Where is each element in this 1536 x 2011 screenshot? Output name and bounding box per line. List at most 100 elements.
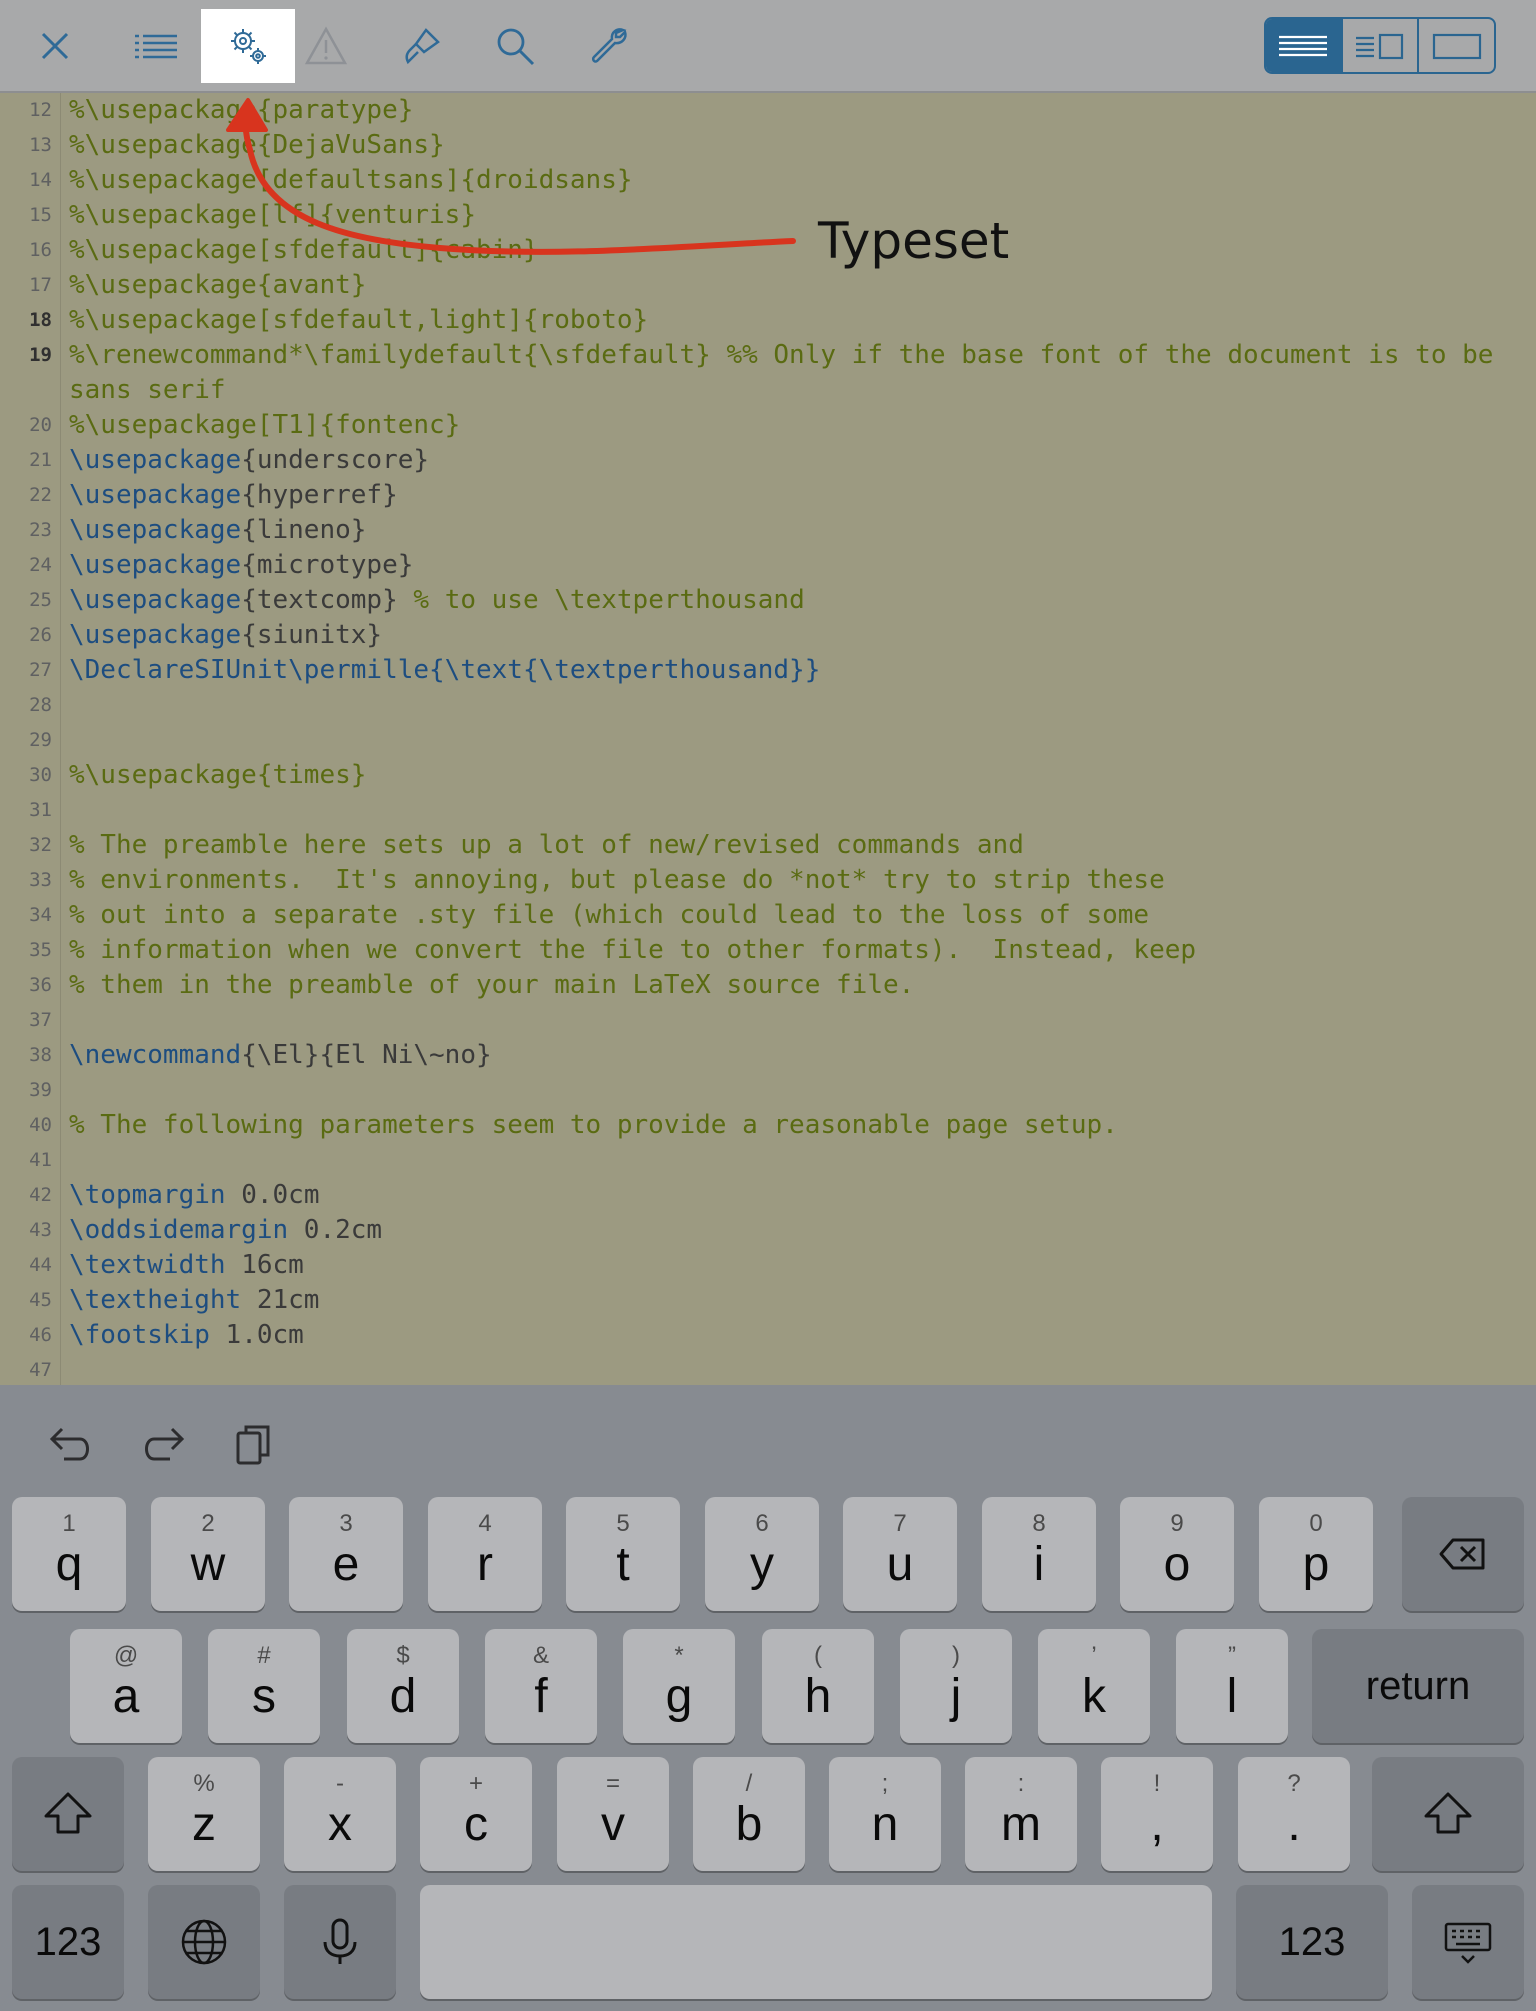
line-number: 32 [29, 834, 52, 856]
key-primary-char: k [1082, 1670, 1106, 1723]
key-y[interactable]: 6y [705, 1497, 819, 1611]
key-u[interactable]: 7u [843, 1497, 957, 1611]
command-argument: {lineno} [241, 515, 367, 545]
command-argument: 0.0cm [225, 1180, 320, 1210]
key-secondary-char: $ [396, 1642, 410, 1669]
key-l[interactable]: ” l [1176, 1629, 1288, 1743]
key-k[interactable]: ’ k [1038, 1629, 1150, 1743]
key-g[interactable]: * g [623, 1629, 735, 1743]
key-i[interactable]: 8i [982, 1497, 1096, 1611]
paste-icon[interactable] [230, 1419, 280, 1469]
line-number: 40 [29, 1114, 52, 1136]
line-text: % The preamble here sets up a lot of new… [69, 830, 1024, 860]
return-key-label: return [1365, 1663, 1471, 1708]
line-number: 45 [29, 1289, 52, 1311]
command-argument: {microtype} [241, 550, 414, 580]
key-primary-char: u [886, 1538, 914, 1591]
key-secondary-char: 6 [755, 1510, 769, 1537]
key-j[interactable]: ) j [900, 1629, 1012, 1743]
key-n[interactable]: ; n [829, 1757, 941, 1871]
latex-command: \usepackage [69, 480, 242, 510]
command-argument: 21cm [241, 1285, 320, 1315]
command-argument: {underscore} [241, 445, 430, 475]
key-h[interactable]: (h [762, 1629, 874, 1743]
key-z[interactable]: % z [148, 1757, 260, 1871]
key-q[interactable]: 1q [12, 1497, 126, 1611]
key-c[interactable]: + c [420, 1757, 532, 1871]
command-argument: {textcomp} [241, 585, 398, 615]
latex-command: \newcommand [69, 1040, 242, 1070]
redo-icon[interactable] [138, 1419, 188, 1469]
numbers-key-left[interactable]: 123 [12, 1885, 124, 1999]
key-primary-char: . [1287, 1798, 1301, 1851]
key-b[interactable]: / b [693, 1757, 805, 1871]
key-e[interactable]: 3e [289, 1497, 403, 1611]
key-primary-char: l [1226, 1670, 1238, 1723]
key-d[interactable]: $ d [347, 1629, 459, 1743]
key-primary-char: e [332, 1538, 360, 1591]
line-number: 26 [29, 624, 52, 646]
line-number: 42 [29, 1184, 52, 1206]
shift-key-left[interactable] [12, 1757, 124, 1871]
key-m[interactable]: :m [965, 1757, 1077, 1871]
globe-key[interactable] [148, 1885, 260, 1999]
line-text: \usepackage{textcomp} % to use \textpert… [69, 583, 1499, 618]
key-secondary-char: % [193, 1770, 215, 1797]
line-text: %\usepackage[T1]{fontenc} [69, 410, 461, 440]
line-text: \usepackage{hyperref} [69, 478, 1499, 513]
line-number: 47 [29, 1359, 52, 1381]
line-text: \oddsidemargin 0.2cm [69, 1213, 1499, 1248]
annotation-label: Typeset [818, 212, 1010, 270]
key-secondary-char: - [336, 1770, 344, 1797]
shift-icon [1424, 1792, 1472, 1834]
shift-key-right[interactable] [1372, 1757, 1524, 1871]
key-secondary-char: 4 [478, 1510, 492, 1537]
key-period[interactable]: ?. [1238, 1757, 1350, 1871]
key-secondary-char: / [745, 1770, 753, 1797]
key-v[interactable]: = v [557, 1757, 669, 1871]
command-argument: 16cm [225, 1250, 304, 1280]
line-number: 34 [29, 904, 52, 926]
line-number: 36 [29, 974, 52, 996]
key-s[interactable]: # s [208, 1629, 320, 1743]
key-primary-char: d [389, 1670, 417, 1723]
dictation-key[interactable] [284, 1885, 396, 1999]
keyboard-accessory-bar [0, 1385, 1536, 1495]
key-primary-char: , [1150, 1798, 1164, 1851]
keyboard-dismiss-icon [1444, 1922, 1492, 1964]
key-primary-char: x [328, 1798, 352, 1851]
line-number: 41 [29, 1149, 52, 1171]
key-f[interactable]: & f [485, 1629, 597, 1743]
command-argument: {siunitx} [241, 620, 383, 650]
key-secondary-char: 0 [1309, 1510, 1323, 1537]
return-key[interactable]: return [1312, 1629, 1524, 1743]
latex-command: \topmargin [69, 1180, 226, 1210]
key-primary-char: q [55, 1538, 83, 1591]
backspace-key[interactable] [1402, 1497, 1524, 1611]
key-secondary-char: & [532, 1642, 549, 1669]
undo-icon[interactable] [46, 1419, 96, 1469]
key-primary-char: h [804, 1670, 832, 1723]
line-number: 35 [29, 939, 52, 961]
space-key[interactable] [420, 1885, 1212, 1999]
key-w[interactable]: 2w [151, 1497, 265, 1611]
latex-command: \footskip [69, 1320, 210, 1350]
key-o[interactable]: 9o [1120, 1497, 1234, 1611]
key-t[interactable]: 5t [566, 1497, 680, 1611]
key-secondary-char: ” [1228, 1642, 1236, 1669]
key-a[interactable]: @ a [70, 1629, 182, 1743]
dismiss-keyboard-key[interactable] [1412, 1885, 1524, 1999]
key-primary-char: b [735, 1798, 763, 1851]
numbers-key-right[interactable]: 123 [1236, 1885, 1388, 1999]
line-number: 31 [29, 799, 52, 821]
key-p[interactable]: 0p [1259, 1497, 1373, 1611]
key-secondary-char: : [1017, 1770, 1025, 1797]
line-number: 37 [29, 1009, 52, 1031]
key-r[interactable]: 4r [428, 1497, 542, 1611]
key-x[interactable]: -x [284, 1757, 396, 1871]
line-text: \usepackage{microtype} [69, 548, 1499, 583]
latex-command: \textwidth [69, 1250, 226, 1280]
line-number: 29 [29, 729, 52, 751]
key-comma[interactable]: !, [1101, 1757, 1213, 1871]
key-secondary-char: ? [1287, 1770, 1301, 1797]
